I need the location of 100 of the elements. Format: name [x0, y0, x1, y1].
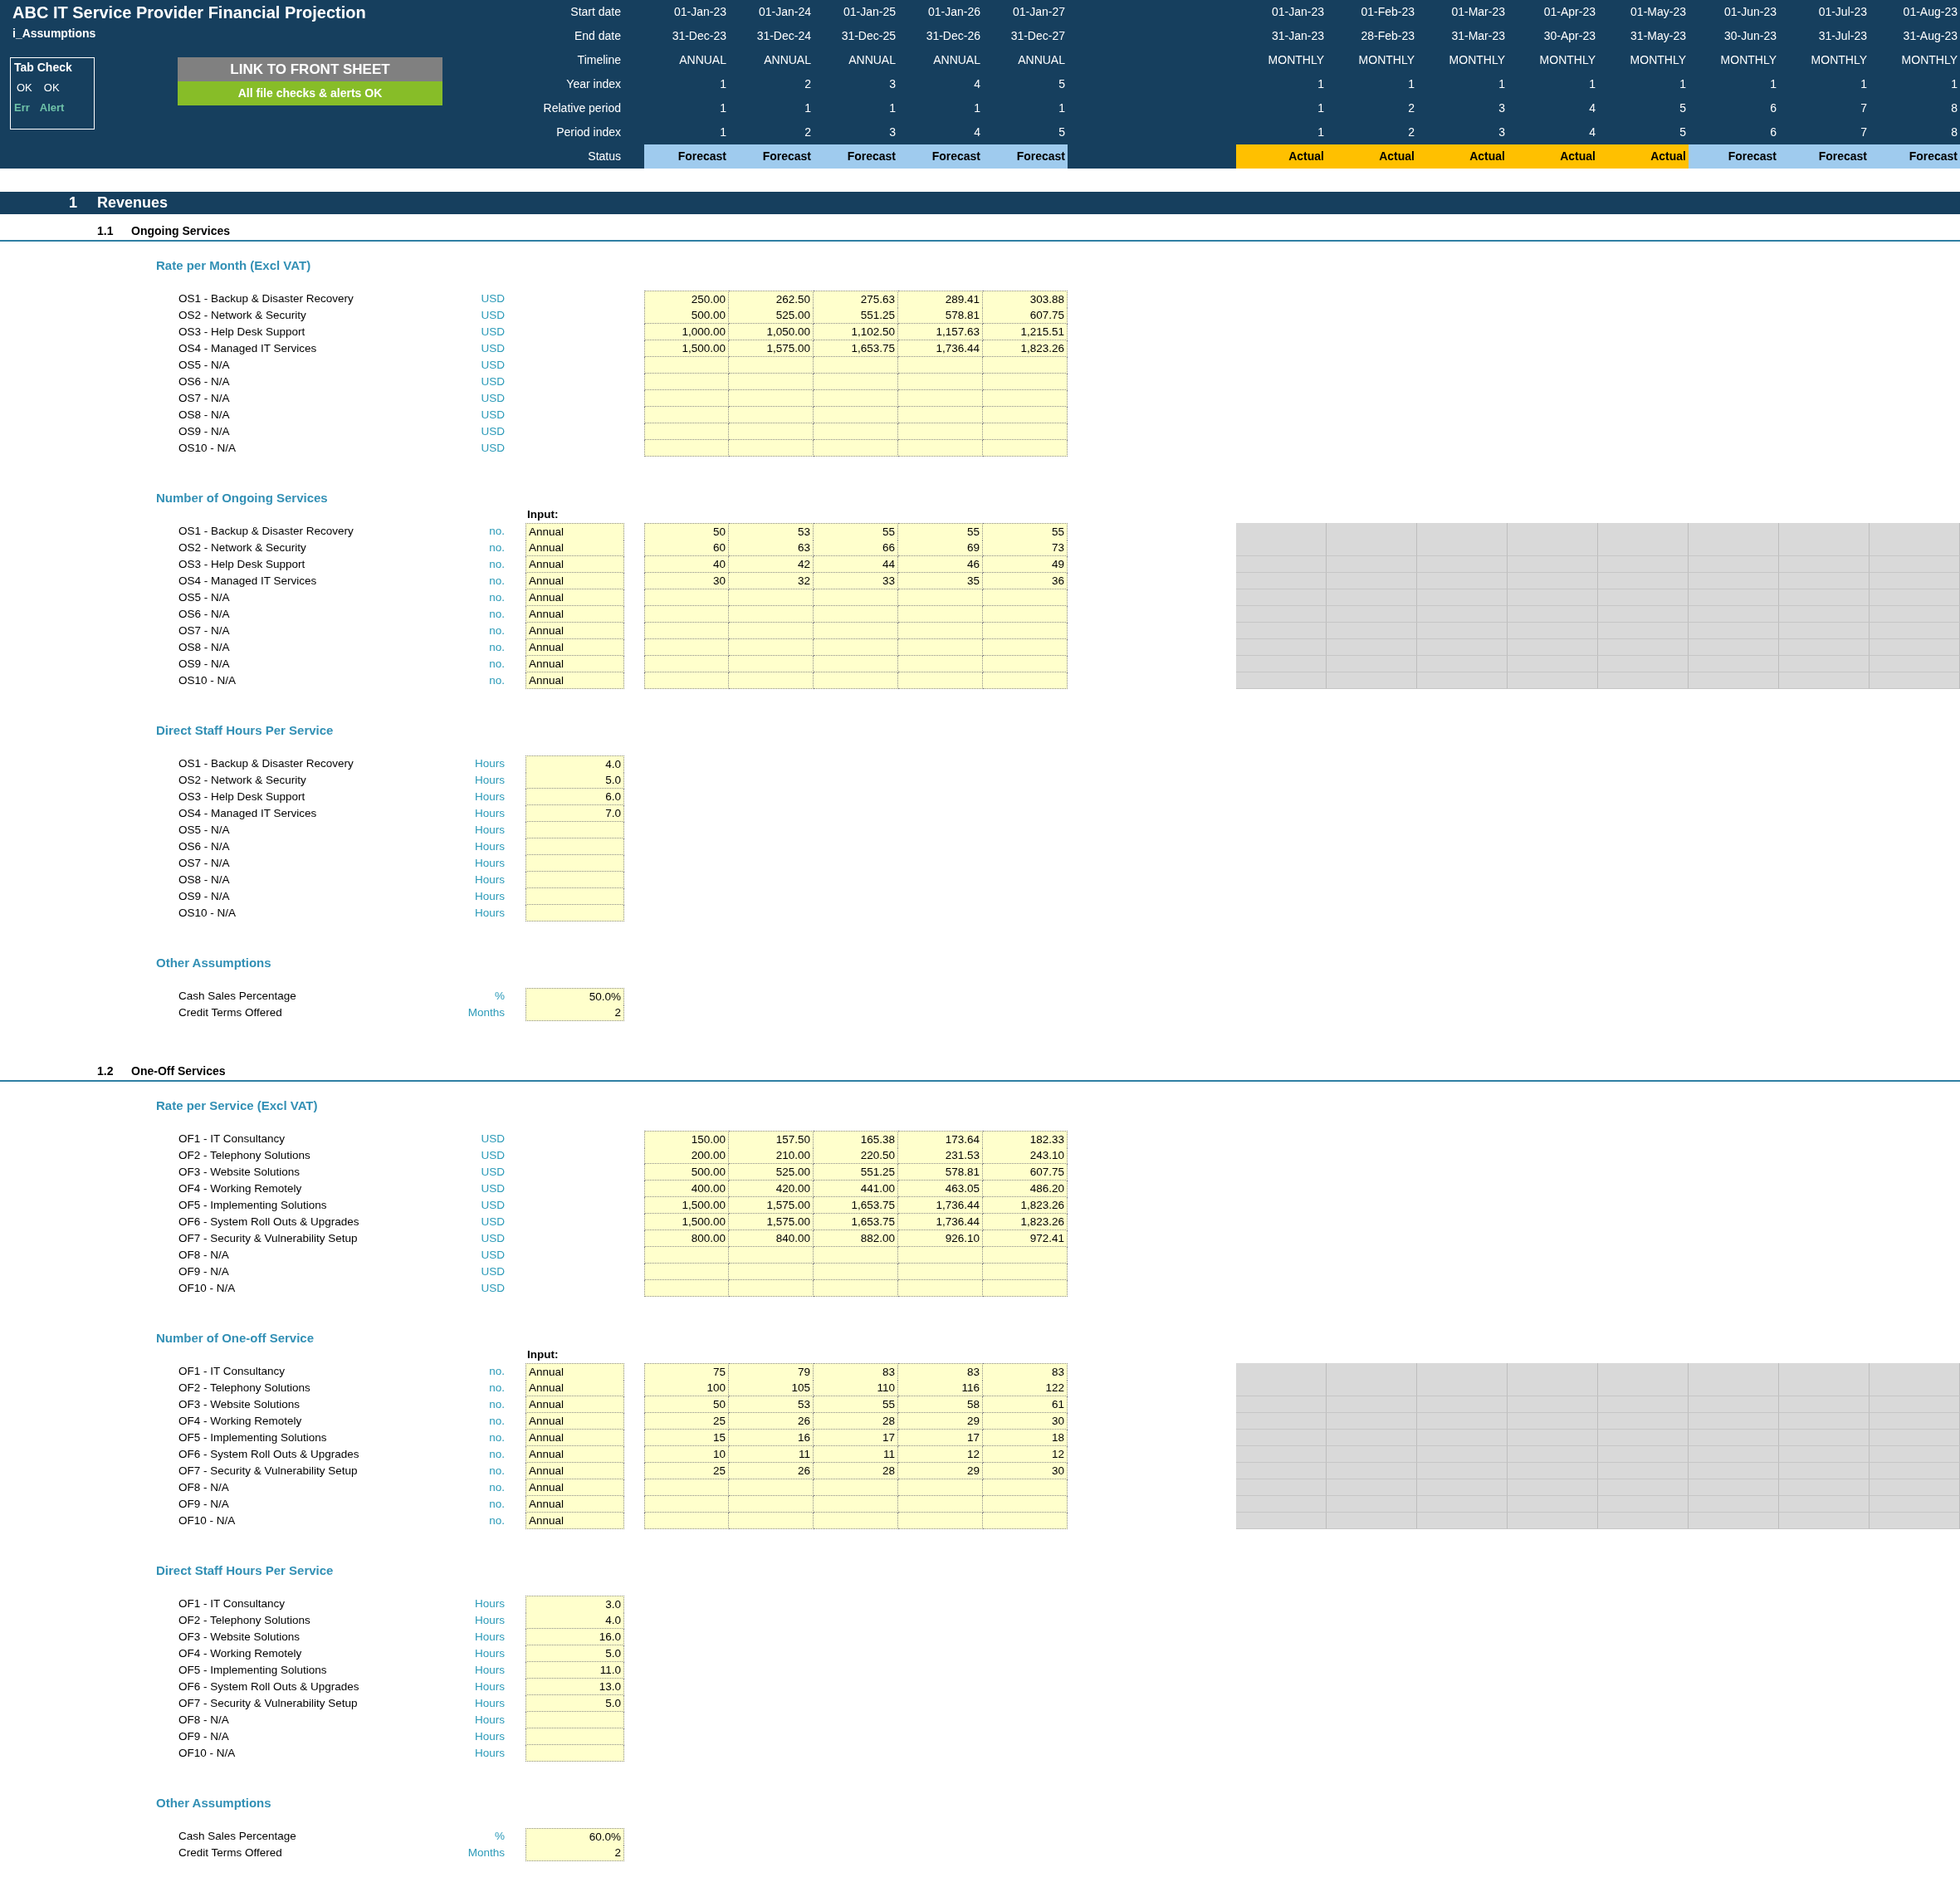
input-cell[interactable]: 83: [983, 1363, 1068, 1381]
input-cell[interactable]: Annual: [525, 1430, 624, 1446]
input-cell[interactable]: Annual: [525, 1496, 624, 1513]
input-cell[interactable]: [644, 623, 729, 639]
input-cell[interactable]: [525, 855, 624, 872]
input-cell[interactable]: 10: [644, 1446, 729, 1463]
input-cell[interactable]: [898, 1247, 983, 1264]
input-cell[interactable]: [814, 1247, 898, 1264]
input-cell[interactable]: [644, 423, 729, 440]
input-cell[interactable]: [644, 589, 729, 606]
input-cell[interactable]: 441.00: [814, 1181, 898, 1197]
input-cell[interactable]: 16: [729, 1430, 814, 1446]
input-cell[interactable]: [644, 672, 729, 689]
input-cell[interactable]: [644, 407, 729, 423]
input-cell[interactable]: [983, 1513, 1068, 1529]
input-cell[interactable]: [525, 1712, 624, 1728]
input-cell[interactable]: 116: [898, 1380, 983, 1396]
input-cell[interactable]: [644, 1513, 729, 1529]
input-cell[interactable]: 12: [983, 1446, 1068, 1463]
input-cell[interactable]: Annual: [525, 556, 624, 573]
input-cell[interactable]: [644, 390, 729, 407]
input-cell[interactable]: Annual: [525, 639, 624, 656]
input-cell[interactable]: [729, 423, 814, 440]
input-cell[interactable]: 60.0%: [525, 1828, 624, 1845]
input-cell[interactable]: 1,823.26: [983, 1214, 1068, 1230]
input-cell[interactable]: 11: [814, 1446, 898, 1463]
input-cell[interactable]: 33: [814, 573, 898, 589]
input-cell[interactable]: [983, 672, 1068, 689]
input-cell[interactable]: [729, 1280, 814, 1297]
input-cell[interactable]: 16.0: [525, 1629, 624, 1645]
input-cell[interactable]: [898, 374, 983, 390]
input-cell[interactable]: [729, 407, 814, 423]
input-cell[interactable]: 1,215.51: [983, 324, 1068, 340]
input-cell[interactable]: [898, 623, 983, 639]
input-cell[interactable]: [898, 440, 983, 457]
link-button[interactable]: LINK TO FRONT SHEET: [178, 57, 442, 81]
input-cell[interactable]: 50: [644, 523, 729, 540]
input-cell[interactable]: [525, 888, 624, 905]
input-cell[interactable]: 73: [983, 540, 1068, 556]
input-cell[interactable]: 55: [814, 523, 898, 540]
input-cell[interactable]: [729, 1247, 814, 1264]
input-cell[interactable]: 1,050.00: [729, 324, 814, 340]
input-cell[interactable]: 1,736.44: [898, 1197, 983, 1214]
input-cell[interactable]: 607.75: [983, 307, 1068, 324]
input-cell[interactable]: 100: [644, 1380, 729, 1396]
input-cell[interactable]: 1,500.00: [644, 1214, 729, 1230]
input-cell[interactable]: 5.0: [525, 1695, 624, 1712]
input-cell[interactable]: 12: [898, 1446, 983, 1463]
input-cell[interactable]: [814, 672, 898, 689]
input-cell[interactable]: [983, 1247, 1068, 1264]
input-cell[interactable]: [898, 407, 983, 423]
input-cell[interactable]: [983, 1479, 1068, 1496]
input-cell[interactable]: 60: [644, 540, 729, 556]
input-cell[interactable]: 61: [983, 1396, 1068, 1413]
input-cell[interactable]: [644, 1280, 729, 1297]
input-cell[interactable]: [525, 872, 624, 888]
input-cell[interactable]: 578.81: [898, 1164, 983, 1181]
input-cell[interactable]: 25: [644, 1463, 729, 1479]
input-cell[interactable]: 1,575.00: [729, 340, 814, 357]
input-cell[interactable]: 17: [898, 1430, 983, 1446]
input-cell[interactable]: [814, 1479, 898, 1496]
input-cell[interactable]: 40: [644, 556, 729, 573]
input-cell[interactable]: [983, 606, 1068, 623]
input-cell[interactable]: [729, 672, 814, 689]
input-cell[interactable]: 26: [729, 1463, 814, 1479]
input-cell[interactable]: Annual: [525, 1380, 624, 1396]
input-cell[interactable]: 2: [525, 1005, 624, 1021]
input-cell[interactable]: 13.0: [525, 1679, 624, 1695]
input-cell[interactable]: [898, 357, 983, 374]
input-cell[interactable]: 1,500.00: [644, 1197, 729, 1214]
input-cell[interactable]: [525, 838, 624, 855]
input-cell[interactable]: [729, 623, 814, 639]
input-cell[interactable]: Annual: [525, 540, 624, 556]
input-cell[interactable]: 607.75: [983, 1164, 1068, 1181]
input-cell[interactable]: [729, 656, 814, 672]
input-cell[interactable]: [729, 1479, 814, 1496]
input-cell[interactable]: [898, 1280, 983, 1297]
input-cell[interactable]: Annual: [525, 1513, 624, 1529]
input-cell[interactable]: 63: [729, 540, 814, 556]
input-cell[interactable]: 165.38: [814, 1131, 898, 1148]
input-cell[interactable]: 11.0: [525, 1662, 624, 1679]
input-cell[interactable]: 972.41: [983, 1230, 1068, 1247]
input-cell[interactable]: [983, 357, 1068, 374]
input-cell[interactable]: [644, 606, 729, 623]
input-cell[interactable]: [644, 374, 729, 390]
input-cell[interactable]: 262.50: [729, 291, 814, 308]
input-cell[interactable]: 30: [644, 573, 729, 589]
input-cell[interactable]: [814, 639, 898, 656]
input-cell[interactable]: [729, 639, 814, 656]
input-cell[interactable]: [814, 440, 898, 457]
input-cell[interactable]: 1,653.75: [814, 1197, 898, 1214]
input-cell[interactable]: 53: [729, 523, 814, 540]
input-cell[interactable]: Annual: [525, 672, 624, 689]
input-cell[interactable]: 29: [898, 1413, 983, 1430]
input-cell[interactable]: 289.41: [898, 291, 983, 308]
input-cell[interactable]: 32: [729, 573, 814, 589]
input-cell[interactable]: [644, 1264, 729, 1280]
input-cell[interactable]: [983, 374, 1068, 390]
input-cell[interactable]: 17: [814, 1430, 898, 1446]
input-cell[interactable]: 1,823.26: [983, 340, 1068, 357]
